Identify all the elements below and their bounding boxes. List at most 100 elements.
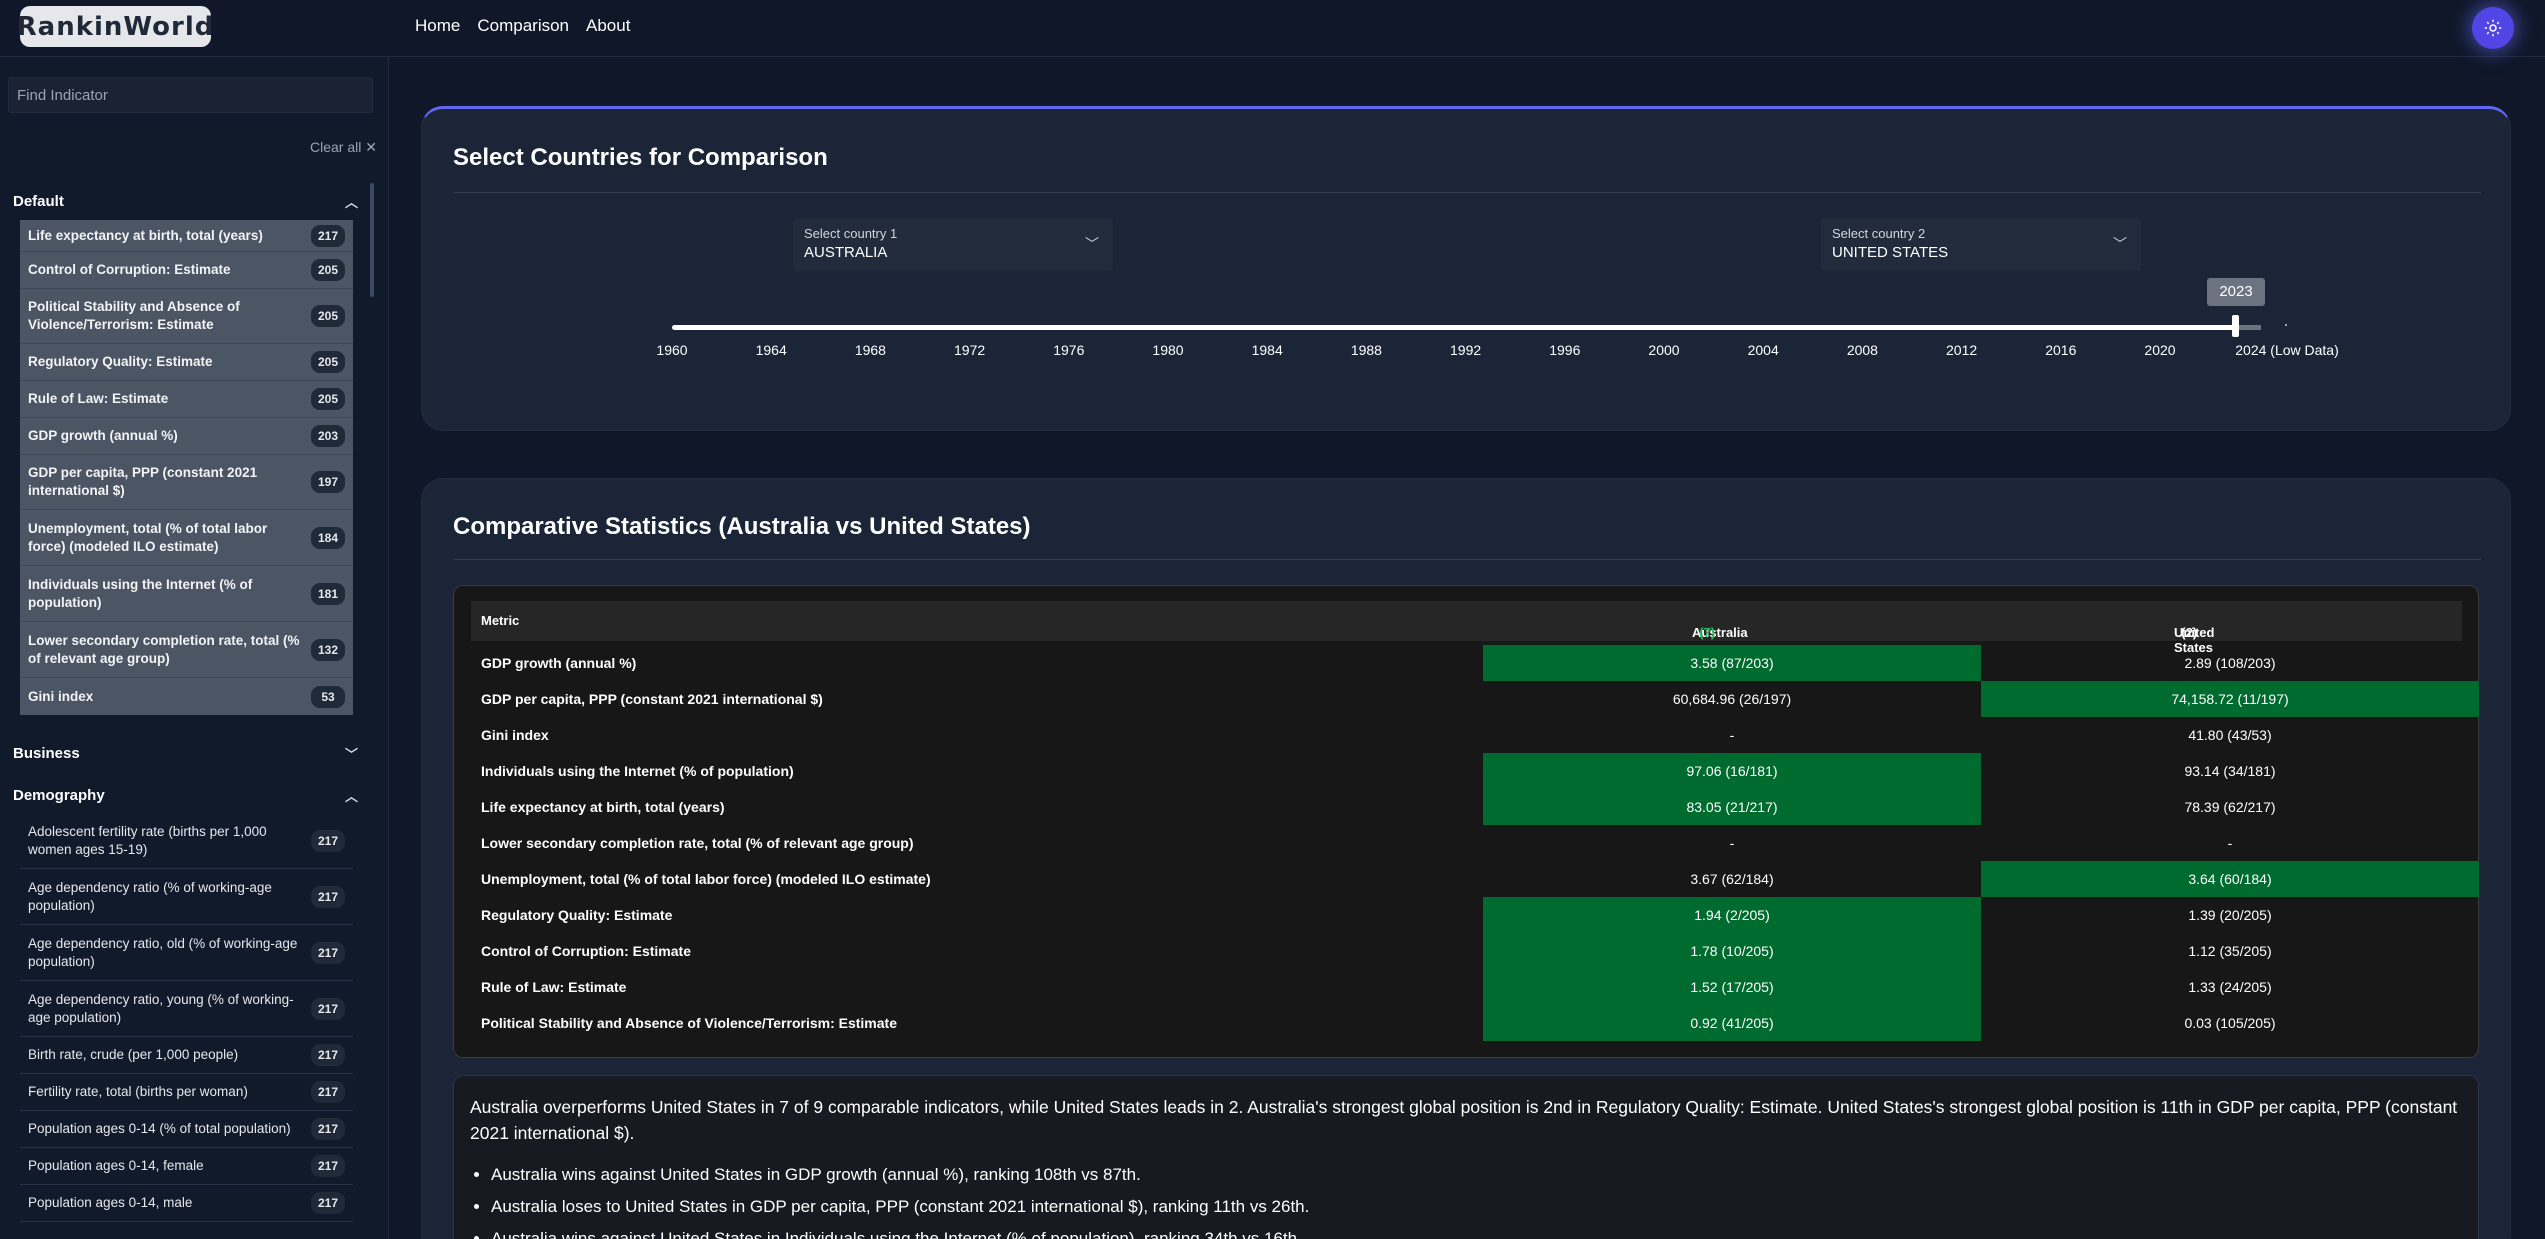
indicator-item[interactable]: Fertility rate, total (births per woman)… <box>20 1074 353 1111</box>
year-tick-label[interactable]: 1972 <box>954 342 985 358</box>
us-value-cell: 1.39 (20/205) <box>2188 907 2272 923</box>
count-badge: 217 <box>310 224 345 247</box>
indicator-item[interactable]: GDP per capita, PPP (constant 2021 inter… <box>20 455 353 510</box>
clear-all-button[interactable]: Clear all ✕ <box>310 139 377 156</box>
year-tick-label[interactable]: 1976 <box>1053 342 1084 358</box>
us-value-cell: 1.12 (35/205) <box>2188 943 2272 959</box>
metric-cell: GDP per capita, PPP (constant 2021 inter… <box>481 691 823 707</box>
summary-bullet: Australia wins against United States in … <box>491 1159 2441 1191</box>
indicator-item[interactable]: Population ages 0-14, female 217 <box>20 1148 353 1185</box>
nav-home[interactable]: Home <box>415 16 460 36</box>
australia-value-cell: 3.58 (87/203) <box>1483 645 1981 681</box>
count-badge: 132 <box>310 638 345 661</box>
col-metric: Metric <box>481 613 520 628</box>
col-united-states[interactable]: United States (2) <box>2174 613 2214 655</box>
table-header: Metric Australia (7) United States (2) <box>471 601 2462 655</box>
summary-text: Australia overperforms United States in … <box>470 1097 2458 1143</box>
year-tick-label[interactable]: 2004 <box>1748 342 1779 358</box>
year-tick-label[interactable]: 2012 <box>1946 342 1977 358</box>
sun-icon <box>2484 19 2502 37</box>
logo[interactable]: RankinWorld <box>17 6 213 47</box>
count-badge: 197 <box>310 471 345 493</box>
indicator-search-input[interactable] <box>8 77 373 113</box>
us-wins-count: (2) <box>2181 625 2198 640</box>
metric-cell: Political Stability and Absence of Viole… <box>481 1015 897 1031</box>
year-tick-label[interactable]: 1984 <box>1252 342 1283 358</box>
count-badge: 181 <box>310 582 345 605</box>
australia-value-cell: - <box>1729 835 1735 851</box>
year-tick-label[interactable]: 1980 <box>1152 342 1183 358</box>
table-row: Gini index - 41.80 (43/53) <box>471 717 2462 753</box>
count-badge: 217 <box>310 829 345 852</box>
metric-cell: Gini index <box>481 727 549 743</box>
col-australia[interactable]: Australia (7) <box>1692 613 1748 640</box>
us-value-cell: 1.33 (24/205) <box>2188 979 2272 995</box>
divider <box>453 559 2481 560</box>
metric-cell: Control of Corruption: Estimate <box>481 943 691 959</box>
year-tick-label[interactable]: 2016 <box>2045 342 2076 358</box>
demography-indicator-list: Adolescent fertility rate (births per 1,… <box>20 813 353 1222</box>
theme-toggle-button[interactable] <box>2472 7 2514 49</box>
indicator-item[interactable]: Unemployment, total (% of total labor fo… <box>20 510 353 566</box>
year-tick-label[interactable]: 2000 <box>1648 342 1679 358</box>
section-demography-label: Demography <box>13 786 105 804</box>
indicator-item[interactable]: Population ages 0-14, male 217 <box>20 1185 353 1222</box>
year-tick-label[interactable]: 2024 (Low Data) <box>2235 342 2339 358</box>
indicator-item[interactable]: Rule of Law: Estimate 205 <box>20 381 353 418</box>
count-badge: 205 <box>310 351 345 373</box>
year-tick-label[interactable]: 1988 <box>1351 342 1382 358</box>
indicator-item[interactable]: Control of Corruption: Estimate 205 <box>20 252 353 289</box>
year-tick-label[interactable]: 1996 <box>1549 342 1580 358</box>
indicator-item[interactable]: Political Stability and Absence of Viole… <box>20 289 353 344</box>
indicator-item[interactable]: Lower secondary completion rate, total (… <box>20 622 353 678</box>
summary-bullets: Australia wins against United States in … <box>491 1159 2441 1239</box>
indicator-item[interactable]: GDP growth (annual %) 203 <box>20 418 353 455</box>
indicator-item[interactable]: Life expectancy at birth, total (years) 2… <box>20 220 353 252</box>
count-badge: 217 <box>310 1192 345 1214</box>
chevron-up-icon: ︿ <box>344 788 358 804</box>
year-tick-label[interactable]: 2020 <box>2144 342 2175 358</box>
summary-bullet: Australia loses to United States in GDP … <box>491 1191 2441 1223</box>
sidebar-scrollbar[interactable] <box>370 183 374 297</box>
section-demography[interactable]: Demography ︿ <box>13 782 358 808</box>
sidebar: Clear all ✕ Default ︿ Life expectancy at… <box>0 57 389 1239</box>
indicator-item[interactable]: Birth rate, crude (per 1,000 people) 217 <box>20 1037 353 1074</box>
year-tick-label[interactable]: 1992 <box>1450 342 1481 358</box>
country-selector-card: Select Countries for Comparison Select c… <box>421 106 2511 431</box>
year-tick-label[interactable]: 1960 <box>656 342 687 358</box>
table-row: Unemployment, total (% of total labor fo… <box>471 861 2479 897</box>
us-value-cell: 93.14 (34/181) <box>2184 763 2276 779</box>
count-badge: 205 <box>310 305 345 327</box>
us-value-cell: 3.64 (60/184) <box>1981 861 2479 897</box>
indicator-item[interactable]: Regulatory Quality: Estimate 205 <box>20 344 353 381</box>
year-slider-thumb[interactable] <box>2232 315 2239 337</box>
section-business-label: Business <box>13 744 80 762</box>
indicator-item[interactable]: Population ages 0-14 (% of total populat… <box>20 1111 353 1148</box>
country2-select[interactable]: Select country 2 UNITED STATES ﹀ <box>1821 218 2141 271</box>
indicator-item[interactable]: Age dependency ratio, young (% of workin… <box>20 981 353 1037</box>
nav-about[interactable]: About <box>586 16 630 36</box>
indicator-item[interactable]: Age dependency ratio, old (% of working-… <box>20 925 353 981</box>
year-tick-label[interactable]: 1968 <box>855 342 886 358</box>
chevron-down-icon: ﹀ <box>344 746 358 762</box>
year-tick-label[interactable]: 2008 <box>1847 342 1878 358</box>
country1-select[interactable]: Select country 1 AUSTRALIA ﹀ <box>793 218 1113 271</box>
indicator-item[interactable]: Gini index 53 <box>20 678 353 715</box>
section-default[interactable]: Default ︿ <box>13 188 358 214</box>
indicator-item[interactable]: Age dependency ratio (% of working-age p… <box>20 869 353 925</box>
year-slider-track[interactable] <box>672 325 2237 330</box>
year-tick-label[interactable]: 1964 <box>756 342 787 358</box>
nav-comparison[interactable]: Comparison <box>477 16 569 36</box>
metric-cell: Individuals using the Internet (% of pop… <box>481 763 794 779</box>
indicator-item[interactable]: Adolescent fertility rate (births per 1,… <box>20 813 353 869</box>
us-value-cell: - <box>2227 835 2233 851</box>
australia-value-cell: 60,684.96 (26/197) <box>1672 691 1792 707</box>
section-business[interactable]: Business ﹀ <box>13 740 358 766</box>
year-slider-rail[interactable] <box>2237 325 2261 330</box>
year-slider-mark <box>2285 324 2287 326</box>
count-badge: 205 <box>310 388 345 410</box>
us-value-cell: 41.80 (43/53) <box>2188 727 2272 743</box>
us-value-cell: 2.89 (108/203) <box>2184 655 2276 671</box>
summary-bullet: Australia wins against United States in … <box>491 1223 2441 1239</box>
indicator-item[interactable]: Individuals using the Internet (% of pop… <box>20 566 353 622</box>
